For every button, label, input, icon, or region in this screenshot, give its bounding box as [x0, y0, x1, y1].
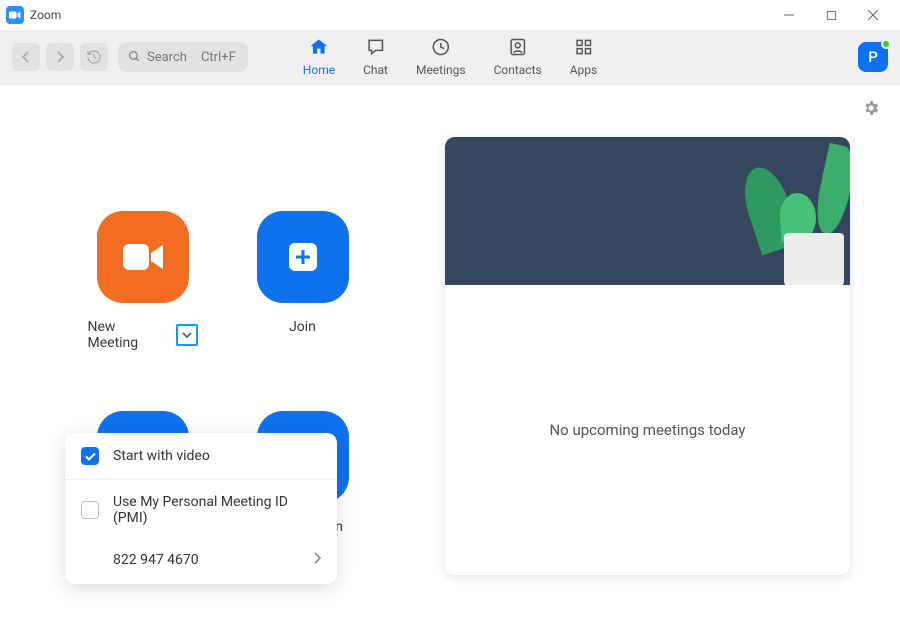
- checkbox-unchecked-icon: [81, 501, 99, 519]
- chevron-right-icon: [313, 552, 321, 568]
- start-with-video-option[interactable]: Start with video: [65, 433, 337, 480]
- chat-icon: [366, 37, 386, 61]
- profile-avatar[interactable]: P: [858, 42, 888, 72]
- actions-panel: New Meeting Join Schedule: [0, 85, 445, 643]
- tab-home[interactable]: Home: [303, 37, 335, 77]
- zoom-logo-icon: [6, 6, 24, 24]
- tab-chat[interactable]: Chat: [363, 37, 388, 77]
- minimize-button[interactable]: [768, 0, 810, 30]
- history-button[interactable]: [80, 43, 108, 71]
- use-pmi-label: Use My Personal Meeting ID (PMI): [113, 494, 321, 526]
- tab-contacts[interactable]: Contacts: [494, 37, 542, 77]
- info-panel: No upcoming meetings today: [445, 85, 900, 643]
- new-meeting-button[interactable]: [97, 211, 189, 303]
- meetings-card: No upcoming meetings today: [445, 137, 850, 575]
- new-meeting-dropdown: Start with video Use My Personal Meeting…: [65, 433, 337, 584]
- main-area: New Meeting Join Schedule: [0, 85, 900, 643]
- no-meetings-text: No upcoming meetings today: [549, 421, 745, 439]
- apps-icon: [573, 37, 593, 61]
- forward-button[interactable]: [46, 43, 74, 71]
- video-icon: [121, 240, 165, 274]
- join-button[interactable]: [257, 211, 349, 303]
- close-button[interactable]: [852, 0, 894, 30]
- search-icon: [128, 48, 141, 67]
- status-online-icon: [881, 39, 891, 49]
- card-banner-image: [445, 137, 850, 285]
- pmi-number: 822 947 4670: [113, 552, 199, 568]
- top-bar: Search Ctrl+F Home Chat Meetings Contact…: [0, 30, 900, 85]
- tab-apps[interactable]: Apps: [570, 37, 598, 77]
- pmi-row[interactable]: 822 947 4670: [65, 540, 337, 584]
- search-shortcut: Ctrl+F: [201, 50, 236, 65]
- tab-meetings[interactable]: Meetings: [416, 37, 466, 77]
- window-title: Zoom: [30, 8, 61, 22]
- chevron-down-icon: [182, 331, 192, 339]
- contacts-icon: [508, 37, 528, 61]
- search-placeholder: Search: [147, 50, 187, 65]
- home-icon: [308, 37, 330, 61]
- profile-initial: P: [868, 48, 878, 66]
- settings-button[interactable]: [862, 99, 880, 121]
- use-pmi-option[interactable]: Use My Personal Meeting ID (PMI): [65, 480, 337, 540]
- start-with-video-label: Start with video: [113, 448, 210, 464]
- join-label: Join: [289, 319, 316, 335]
- maximize-button[interactable]: [810, 0, 852, 30]
- plus-icon: [283, 237, 323, 277]
- title-bar: Zoom: [0, 0, 900, 30]
- checkbox-checked-icon: [81, 447, 99, 465]
- new-meeting-action: New Meeting: [88, 211, 198, 351]
- search-input[interactable]: Search Ctrl+F: [118, 42, 248, 72]
- new-meeting-label: New Meeting: [88, 319, 170, 351]
- new-meeting-dropdown-toggle[interactable]: [176, 324, 198, 346]
- clock-icon: [431, 37, 451, 61]
- back-button[interactable]: [12, 43, 40, 71]
- join-action: Join: [248, 211, 358, 351]
